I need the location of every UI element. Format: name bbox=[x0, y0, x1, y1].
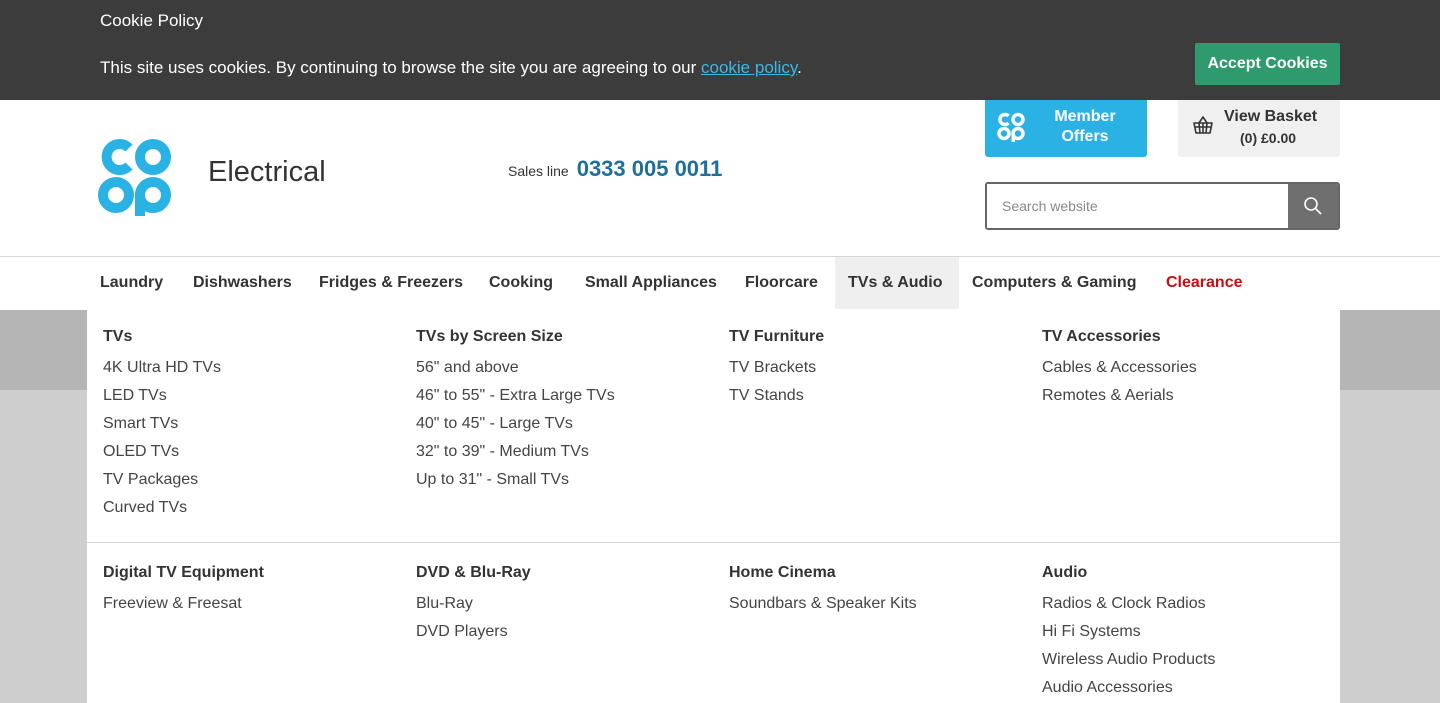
menu-link[interactable]: 4K Ultra HD TVs bbox=[103, 358, 403, 386]
sales-line-label: Sales line bbox=[508, 163, 569, 179]
menu-divider bbox=[87, 542, 1340, 543]
menu-link[interactable]: Cables & Accessories bbox=[1042, 358, 1342, 386]
menu-link[interactable]: 32" to 39" - Medium TVs bbox=[416, 442, 716, 470]
search-form bbox=[985, 182, 1340, 230]
menu-heading[interactable]: TVs by Screen Size bbox=[416, 327, 716, 358]
cookie-title: Cookie Policy bbox=[100, 11, 203, 30]
nav-item-small-appliances[interactable]: Small Appliances bbox=[572, 257, 730, 309]
nav-item-dishwashers[interactable]: Dishwashers bbox=[180, 257, 305, 309]
menu-link[interactable]: 40" to 45" - Large TVs bbox=[416, 414, 716, 442]
menu-column-tv-accessories: TV Accessories Cables & Accessories Remo… bbox=[1042, 327, 1342, 414]
cookie-message-text: This site uses cookies. By continuing to… bbox=[100, 58, 701, 77]
menu-link[interactable]: DVD Players bbox=[416, 622, 716, 650]
cookie-message-end: . bbox=[797, 58, 802, 77]
accept-cookies-button[interactable]: Accept Cookies bbox=[1195, 43, 1340, 85]
site-header: Electrical Sales line 0333 005 0011 Memb… bbox=[0, 100, 1440, 257]
nav-item-clearance[interactable]: Clearance bbox=[1153, 257, 1256, 309]
menu-link[interactable]: Radios & Clock Radios bbox=[1042, 594, 1342, 622]
sales-line: Sales line 0333 005 0011 bbox=[508, 156, 722, 182]
search-icon bbox=[1304, 197, 1322, 215]
nav-item-tvs-audio[interactable]: TVs & Audio bbox=[835, 257, 959, 309]
nav-item-floorcare[interactable]: Floorcare bbox=[732, 257, 831, 309]
search-button[interactable] bbox=[1288, 184, 1338, 228]
member-offers-label: Member Offers bbox=[1054, 108, 1116, 145]
menu-heading[interactable]: Audio bbox=[1042, 563, 1342, 594]
menu-column-tv-furniture: TV Furniture TV Brackets TV Stands bbox=[729, 327, 1029, 414]
coop-logo[interactable] bbox=[98, 138, 172, 216]
menu-column-audio: Audio Radios & Clock Radios Hi Fi System… bbox=[1042, 563, 1342, 703]
menu-heading[interactable]: Home Cinema bbox=[729, 563, 1029, 594]
menu-link[interactable]: Blu-Ray bbox=[416, 594, 716, 622]
menu-link[interactable]: Curved TVs bbox=[103, 498, 403, 526]
menu-link[interactable]: TV Brackets bbox=[729, 358, 1029, 386]
menu-heading[interactable]: TVs bbox=[103, 327, 403, 358]
coop-small-logo-icon bbox=[997, 112, 1025, 142]
menu-link[interactable]: Freeview & Freesat bbox=[103, 594, 403, 622]
nav-item-laundry[interactable]: Laundry bbox=[87, 257, 176, 309]
menu-link[interactable]: Wireless Audio Products bbox=[1042, 650, 1342, 678]
menu-link[interactable]: Remotes & Aerials bbox=[1042, 386, 1342, 414]
nav-item-cooking[interactable]: Cooking bbox=[476, 257, 566, 309]
menu-link[interactable]: TV Stands bbox=[729, 386, 1029, 414]
main-nav: Laundry Dishwashers Fridges & Freezers C… bbox=[0, 257, 1440, 310]
cookie-banner: Cookie Policy This site uses cookies. By… bbox=[0, 0, 1440, 100]
menu-link[interactable]: OLED TVs bbox=[103, 442, 403, 470]
menu-column-screen-size: TVs by Screen Size 56" and above 46" to … bbox=[416, 327, 716, 498]
view-basket-button[interactable]: View Basket (0) £0.00 bbox=[1178, 100, 1340, 157]
cookie-policy-link[interactable]: cookie policy bbox=[701, 58, 797, 77]
menu-column-tvs: TVs 4K Ultra HD TVs LED TVs Smart TVs OL… bbox=[103, 327, 403, 526]
menu-column-dvd-bluray: DVD & Blu-Ray Blu-Ray DVD Players bbox=[416, 563, 716, 650]
menu-link[interactable]: LED TVs bbox=[103, 386, 403, 414]
menu-column-home-cinema: Home Cinema Soundbars & Speaker Kits bbox=[729, 563, 1029, 622]
menu-heading[interactable]: TV Furniture bbox=[729, 327, 1029, 358]
menu-link[interactable]: Hi Fi Systems bbox=[1042, 622, 1342, 650]
member-offers-button[interactable]: Member Offers bbox=[985, 100, 1147, 157]
menu-link[interactable]: 56" and above bbox=[416, 358, 716, 386]
basket-icon bbox=[1193, 116, 1213, 134]
menu-link[interactable]: Soundbars & Speaker Kits bbox=[729, 594, 1029, 622]
menu-heading[interactable]: Digital TV Equipment bbox=[103, 563, 403, 594]
basket-summary: (0) £0.00 bbox=[1240, 130, 1297, 146]
menu-column-digital-tv: Digital TV Equipment Freeview & Freesat bbox=[103, 563, 403, 622]
sales-phone-number[interactable]: 0333 005 0011 bbox=[577, 156, 723, 182]
basket-title: View Basket bbox=[1224, 108, 1318, 125]
menu-link[interactable]: 46" to 55" - Extra Large TVs bbox=[416, 386, 716, 414]
menu-link[interactable]: TV Packages bbox=[103, 470, 403, 498]
brand-name: Electrical bbox=[208, 156, 326, 188]
cookie-message: This site uses cookies. By continuing to… bbox=[100, 58, 802, 78]
menu-heading[interactable]: TV Accessories bbox=[1042, 327, 1342, 358]
menu-link[interactable]: Up to 31" - Small TVs bbox=[416, 470, 716, 498]
menu-heading[interactable]: DVD & Blu-Ray bbox=[416, 563, 716, 594]
menu-link[interactable]: Smart TVs bbox=[103, 414, 403, 442]
nav-item-computers-gaming[interactable]: Computers & Gaming bbox=[959, 257, 1149, 309]
nav-item-fridges-freezers[interactable]: Fridges & Freezers bbox=[306, 257, 476, 309]
tvs-audio-mega-menu: TVs 4K Ultra HD TVs LED TVs Smart TVs OL… bbox=[87, 310, 1340, 703]
search-input[interactable] bbox=[987, 184, 1290, 228]
menu-link[interactable]: Audio Accessories bbox=[1042, 678, 1342, 703]
